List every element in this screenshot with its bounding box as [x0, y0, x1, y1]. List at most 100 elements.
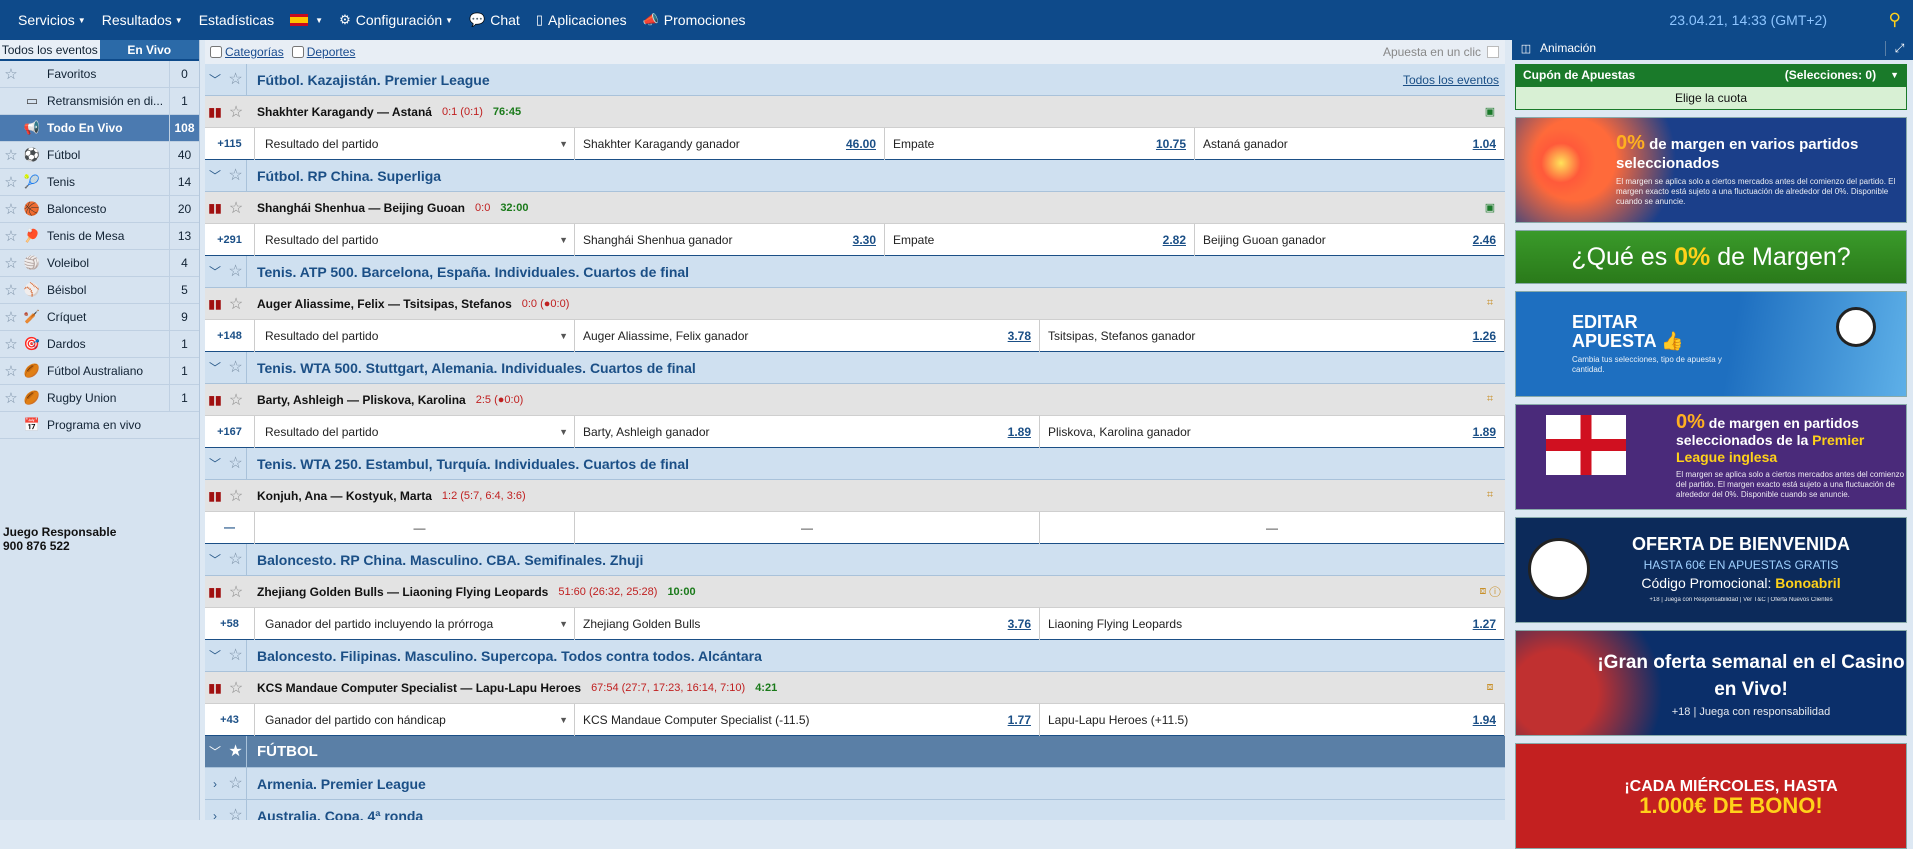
favorite-star-icon[interactable]: ☆	[0, 281, 22, 299]
odd-cell[interactable]: Barty, Ashleigh ganador 1.89	[575, 415, 1040, 448]
market-type-select[interactable]: Resultado del partido ▼	[255, 127, 575, 160]
event-media-icon[interactable]: ⌗	[1479, 393, 1501, 406]
odd-cell[interactable]: Lapu-Lapu Heroes (+11.5) 1.94	[1040, 703, 1505, 736]
league-header[interactable]: ﹀ ☆ Fútbol. Kazajistán. Premier League T…	[205, 63, 1505, 96]
event-media-icon[interactable]: ⌗	[1479, 489, 1501, 502]
event-row[interactable]: ▮▮ ☆ Shanghái Shenhua — Beijing Guoan 0:…	[205, 192, 1505, 224]
odd-value[interactable]: 10.75	[1156, 137, 1186, 151]
more-markets-button[interactable]: +115	[205, 127, 255, 160]
more-markets-button[interactable]: +167	[205, 415, 255, 448]
sidebar-item[interactable]: ☆ 🎾 Tenis 14	[0, 169, 199, 196]
odd-cell[interactable]: Astaná ganador 1.04	[1195, 127, 1505, 160]
menu-servicios[interactable]: Servicios ▼	[10, 12, 94, 28]
event-media-icon[interactable]: ⌗	[1479, 297, 1501, 310]
league-header[interactable]: ﹀ ☆ Tenis. WTA 250. Estambul, Turquía. I…	[205, 447, 1505, 480]
chevron-down-icon[interactable]: ﹀	[205, 647, 225, 664]
league-title[interactable]: Tenis. WTA 500. Stuttgart, Alemania. Ind…	[247, 360, 1505, 376]
chevron-down-icon[interactable]: ﹀	[205, 71, 225, 88]
sidebar-item[interactable]: ☆ 🏐 Voleibol 4	[0, 250, 199, 277]
event-teams[interactable]: Konjuh, Ana — Kostyuk, Marta	[247, 489, 432, 503]
event-teams[interactable]: Barty, Ashleigh — Pliskova, Karolina	[247, 393, 466, 407]
favorite-star-icon[interactable]: ☆	[225, 102, 247, 122]
more-markets-button[interactable]: +43	[205, 703, 255, 736]
language-selector[interactable]: ▼	[282, 14, 331, 26]
menu-resultados[interactable]: Resultados ▼	[94, 12, 191, 28]
stats-icon[interactable]: ▮▮	[205, 393, 225, 407]
menu-configuracion[interactable]: ⚙ Configuración ▼	[331, 12, 461, 28]
favorite-star-icon[interactable]: ☆	[225, 390, 247, 410]
favorite-star-icon[interactable]: ☆	[0, 308, 22, 326]
league-title[interactable]: Armenia. Premier League	[247, 776, 1505, 792]
odd-value[interactable]: 46.00	[846, 137, 876, 151]
promo-banner-what-is-zero-margin[interactable]: ¿Qué es 0% de Margen?	[1515, 230, 1907, 284]
stats-icon[interactable]: ▮▮	[205, 297, 225, 311]
event-row[interactable]: ▮▮ ☆ Zhejiang Golden Bulls — Liaoning Fl…	[205, 576, 1505, 608]
sidebar-item[interactable]: ☆ 🏉 Fútbol Australiano 1	[0, 358, 199, 385]
favorite-star-icon[interactable]: ☆	[225, 799, 247, 820]
favorite-star-icon[interactable]: ☆	[225, 294, 247, 314]
odd-value[interactable]: 1.89	[1473, 425, 1496, 439]
more-markets-button[interactable]: +291	[205, 223, 255, 256]
stats-icon[interactable]: ▮▮	[205, 681, 225, 695]
sidebar-item[interactable]: ☆ 🏓 Tenis de Mesa 13	[0, 223, 199, 250]
favorite-star-icon[interactable]: ☆	[0, 173, 22, 191]
favorite-star-icon[interactable]: ☆	[225, 543, 247, 576]
one-click-bet-toggle[interactable]: Apuesta en un clic	[1383, 45, 1499, 59]
event-media-icon[interactable]: ⧈	[1479, 681, 1501, 694]
league-title[interactable]: Tenis. ATP 500. Barcelona, España. Indiv…	[247, 264, 1505, 280]
sidebar-item[interactable]: ▭ Retransmisión en di... 1	[0, 88, 199, 115]
promo-banner-live-casino[interactable]: ¡Gran oferta semanal en el Casino en Viv…	[1515, 630, 1907, 736]
odd-cell[interactable]: Pliskova, Karolina ganador 1.89	[1040, 415, 1505, 448]
categories-label[interactable]: Categorías	[225, 45, 284, 59]
odd-cell[interactable]: Beijing Guoan ganador 2.46	[1195, 223, 1505, 256]
odd-cell[interactable]: Empate 10.75	[885, 127, 1195, 160]
sports-checkbox[interactable]	[291, 46, 304, 58]
market-type-select[interactable]: Ganador del partido incluyendo la prórro…	[255, 607, 575, 640]
promo-banner-zero-margin[interactable]: 0% de margen en varios partidos seleccio…	[1515, 117, 1907, 223]
favorite-star-icon[interactable]: ☆	[225, 767, 247, 800]
odd-cell[interactable]: KCS Mandaue Computer Specialist (-11.5) …	[575, 703, 1040, 736]
chevron-down-icon[interactable]: ﹀	[205, 455, 225, 472]
sidebar-item[interactable]: ☆ ⚾ Béisbol 5	[0, 277, 199, 304]
favorite-star-icon[interactable]: ☆	[225, 447, 247, 480]
event-teams[interactable]: Shanghái Shenhua — Beijing Guoan	[247, 201, 465, 215]
event-media-icon[interactable]: ⧈ ⓘ	[1479, 585, 1501, 598]
sidebar-item[interactable]: ☆ ⚽ Fútbol 40	[0, 142, 199, 169]
event-media-icon[interactable]: ▣	[1479, 105, 1501, 118]
chevron-down-icon[interactable]: ﹀	[205, 359, 225, 376]
event-teams[interactable]: KCS Mandaue Computer Specialist — Lapu-L…	[247, 681, 581, 695]
responsible-gaming-phone[interactable]: 900 876 522	[3, 539, 116, 553]
menu-chat[interactable]: 💬 Chat	[461, 12, 528, 28]
market-type-select[interactable]: Resultado del partido ▼	[255, 319, 575, 352]
more-markets-button[interactable]: +58	[205, 607, 255, 640]
favorite-star-icon[interactable]: ☆	[0, 389, 22, 407]
tab-live[interactable]: En Vivo	[99, 40, 199, 59]
favorite-star-icon[interactable]: ☆	[0, 227, 22, 245]
event-row[interactable]: ▮▮ ☆ Konjuh, Ana — Kostyuk, Marta 1:2 (5…	[205, 480, 1505, 512]
league-title[interactable]: Fútbol. Kazajistán. Premier League	[247, 72, 1403, 88]
odd-cell[interactable]: Zhejiang Golden Bulls 3.76	[575, 607, 1040, 640]
sidebar-item[interactable]: 📅 Programa en vivo	[0, 412, 199, 439]
favorite-star-icon[interactable]: ☆	[0, 65, 22, 83]
sidebar-item[interactable]: ☆ 🏉 Rugby Union 1	[0, 385, 199, 412]
event-row[interactable]: ▮▮ ☆ Barty, Ashleigh — Pliskova, Karolin…	[205, 384, 1505, 416]
categories-checkbox[interactable]	[210, 46, 222, 58]
stats-icon[interactable]: ▮▮	[205, 585, 225, 599]
event-row[interactable]: ▮▮ ☆ Shakhter Karagandy — Astaná 0:1 (0:…	[205, 96, 1505, 128]
league-header[interactable]: ﹀ ☆ Baloncesto. Filipinas. Masculino. Su…	[205, 639, 1505, 672]
favorite-star-icon[interactable]: ☆	[225, 198, 247, 218]
league-title[interactable]: Australia. Copa. 4ª ronda	[247, 808, 1505, 821]
favorite-star-icon[interactable]: ☆	[225, 159, 247, 192]
sidebar-item[interactable]: 📢 Todo En Vivo 108	[0, 115, 199, 142]
odd-value[interactable]: 1.26	[1473, 329, 1496, 343]
chevron-right-icon[interactable]: ›	[205, 809, 225, 821]
favorite-star-icon[interactable]: ☆	[225, 486, 247, 506]
odd-cell[interactable]: Auger Aliassime, Felix ganador 3.78	[575, 319, 1040, 352]
odd-value[interactable]: 3.76	[1008, 617, 1031, 631]
odd-cell[interactable]: Shakhter Karagandy ganador 46.00	[575, 127, 885, 160]
promo-banner-premier-league[interactable]: 0% de margen en partidos seleccionados d…	[1515, 404, 1907, 510]
odd-value[interactable]: 2.46	[1473, 233, 1496, 247]
odd-value[interactable]: 2.82	[1163, 233, 1186, 247]
bet-slip-header[interactable]: Cupón de Apuestas (Selecciones: 0) ▼	[1515, 64, 1907, 86]
chevron-down-icon[interactable]: ﹀	[205, 743, 225, 760]
